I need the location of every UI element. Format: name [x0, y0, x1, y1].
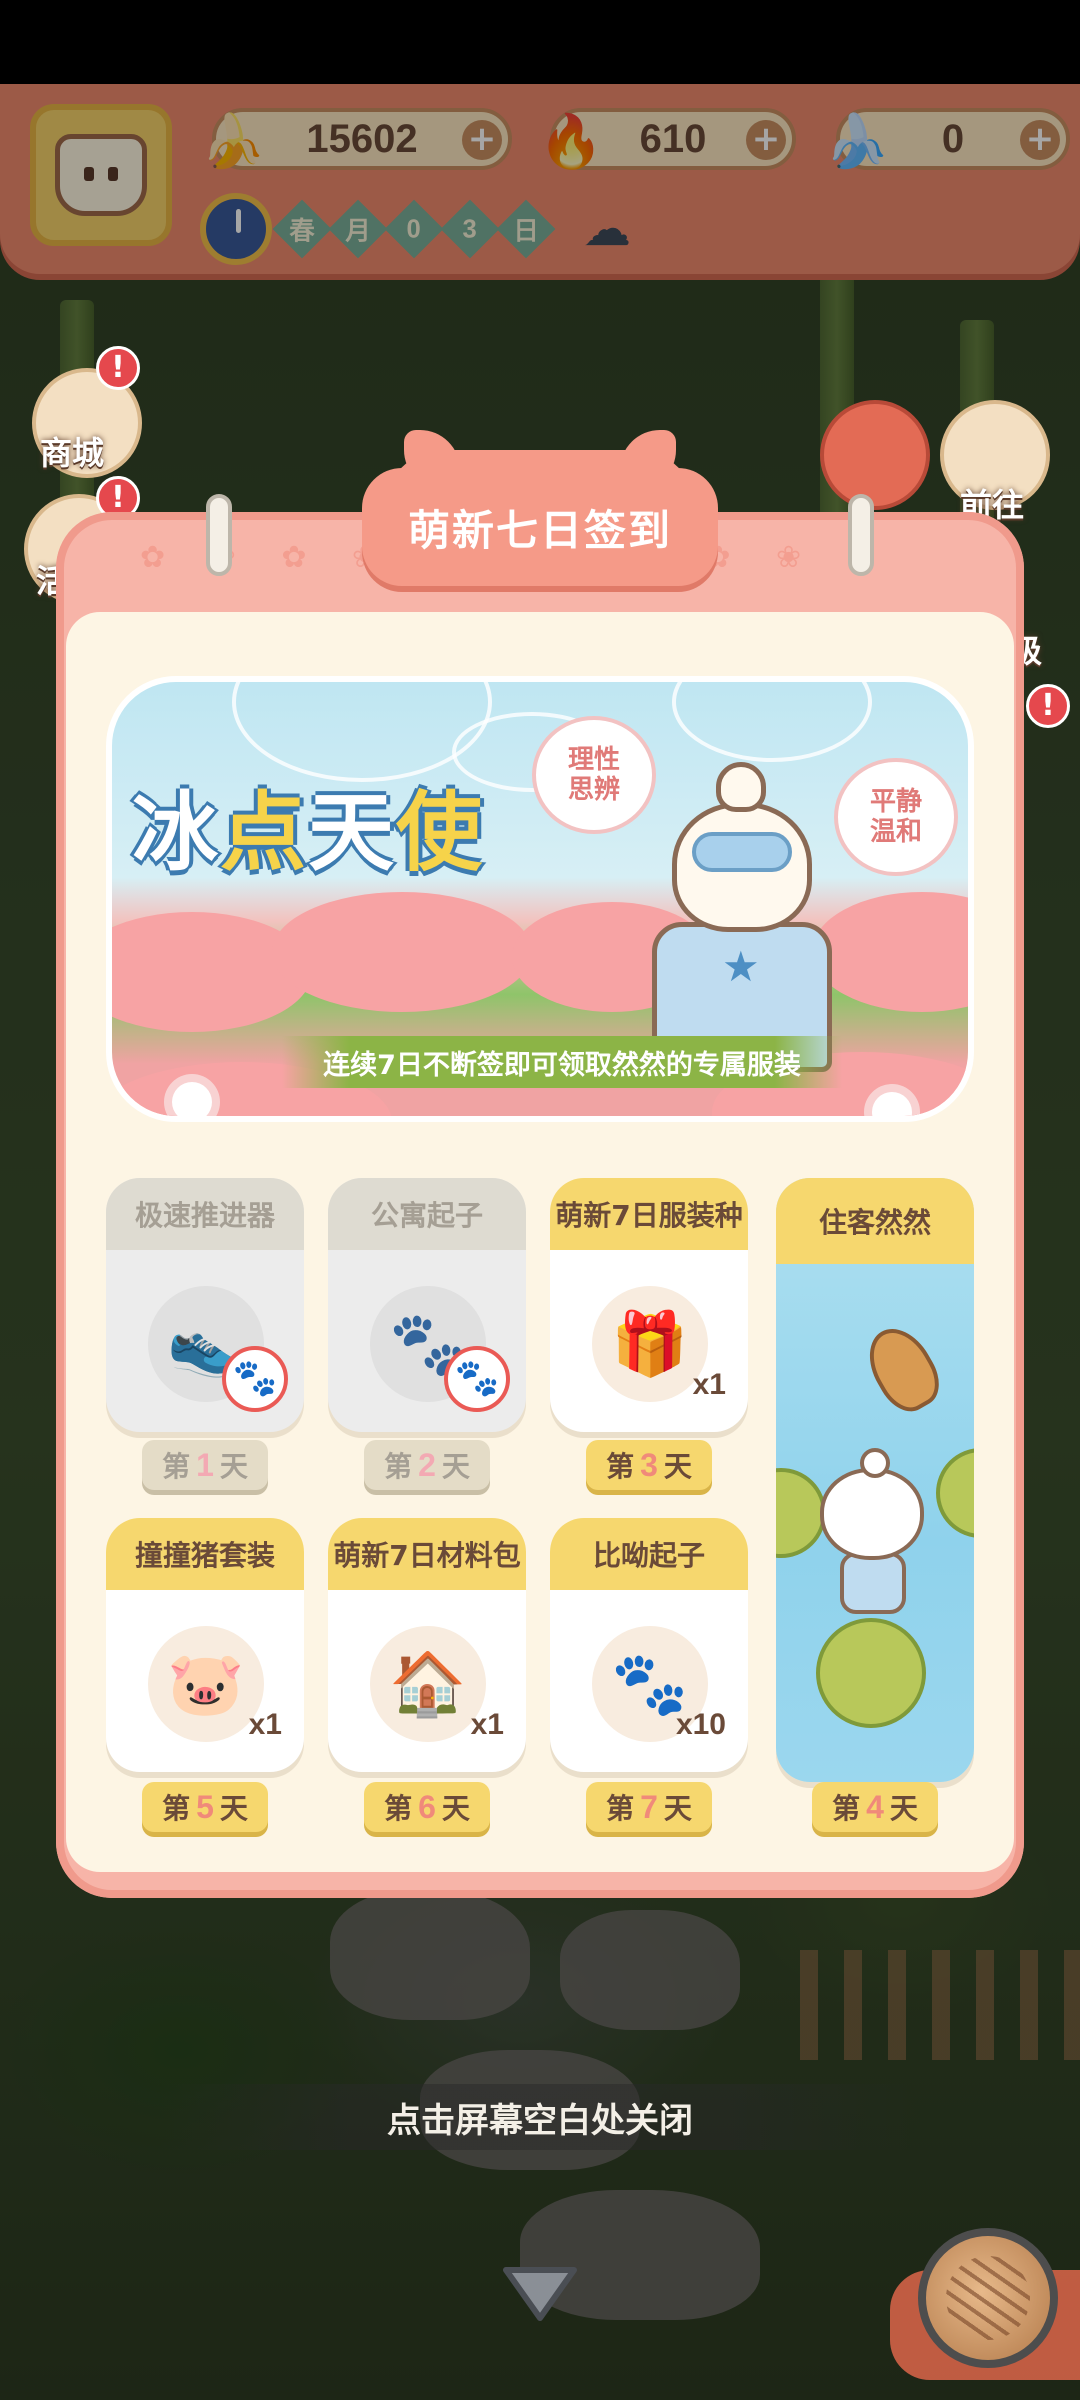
status-bar	[0, 0, 1080, 84]
boat-icon	[856, 1317, 950, 1421]
reward-card-day7[interactable]: 比呦起子 🐾 x10	[550, 1518, 748, 1772]
compass-button[interactable]	[820, 400, 930, 510]
trait-bubble-rational: 理性 思辨	[532, 716, 656, 834]
reward-quantity: x1	[248, 1708, 282, 1741]
reward-name: 萌新7日材料包	[328, 1518, 526, 1590]
modal-title: 萌新七日签到	[407, 505, 672, 555]
reward-name: 撞撞猪套装	[106, 1518, 304, 1590]
banner-caption: 连续7日不断签即可领取然然的专属服装	[282, 1036, 842, 1088]
day-tag-2: 第2天	[364, 1440, 490, 1490]
reward-card-day3[interactable]: 萌新7日服装种 🎁 x1	[550, 1178, 748, 1432]
reward-name: 住客然然	[776, 1178, 974, 1264]
day-tag-5: 第5天	[142, 1782, 268, 1832]
reward-card-day5[interactable]: 撞撞猪套装 🐷 x1	[106, 1518, 304, 1772]
ring-decoration	[848, 494, 874, 576]
shop-label: 商城	[40, 434, 105, 472]
day-tag-3: 第3天	[586, 1440, 712, 1490]
day-tag-1: 第1天	[142, 1440, 268, 1490]
reward-name: 公寓起子	[328, 1178, 526, 1250]
day-tag-7: 第7天	[586, 1782, 712, 1832]
pig-costume-icon: 🐷	[148, 1626, 264, 1742]
reward-quantity: x1	[692, 1368, 726, 1401]
mystery-chest-icon: 🎁	[592, 1286, 708, 1402]
reward-card-day1[interactable]: 极速推进器 👟 🐾	[106, 1178, 304, 1432]
ring-decoration	[206, 494, 232, 576]
claimed-paw-icon: 🐾	[222, 1346, 288, 1412]
modal-title-ribbon: 萌新七日签到	[362, 468, 718, 586]
day-tag-4: 第4天	[812, 1782, 938, 1832]
trait-bubble-calm: 平静 温和	[834, 758, 958, 876]
day-tag-6: 第6天	[364, 1782, 490, 1832]
chevron-down-icon[interactable]	[500, 2262, 580, 2326]
ice-angel-character: ★	[652, 762, 832, 1082]
yarn-ball-button[interactable]	[918, 2228, 1058, 2368]
reward-name: 极速推进器	[106, 1178, 304, 1250]
banner-title: 冰点天使	[132, 783, 484, 883]
reward-card-day6[interactable]: 萌新7日材料包 🏠 x1	[328, 1518, 526, 1772]
reward-name: 萌新7日服装种	[550, 1178, 748, 1250]
reward-card-day4[interactable]: 住客然然	[776, 1178, 974, 1782]
close-hint: 点击屏幕空白处关闭	[160, 2084, 920, 2150]
tenant-icon	[820, 1448, 930, 1618]
reward-banner: 冰点天使 ★ 理性 思辨 平静 温和 连续7日不断签即可领取然然的专属服装	[106, 676, 974, 1122]
material-pack-icon: 🏠	[370, 1626, 486, 1742]
claimed-paw-icon: 🐾	[444, 1346, 510, 1412]
reward-name: 比呦起子	[550, 1518, 748, 1590]
shop-alert-badge: !	[96, 346, 140, 390]
reward-quantity: x10	[675, 1708, 726, 1741]
reward-quantity: x1	[470, 1708, 504, 1741]
reward-card-day2[interactable]: 公寓起子 🐾 🐾	[328, 1178, 526, 1432]
right-alert-badge: !	[1026, 684, 1070, 728]
